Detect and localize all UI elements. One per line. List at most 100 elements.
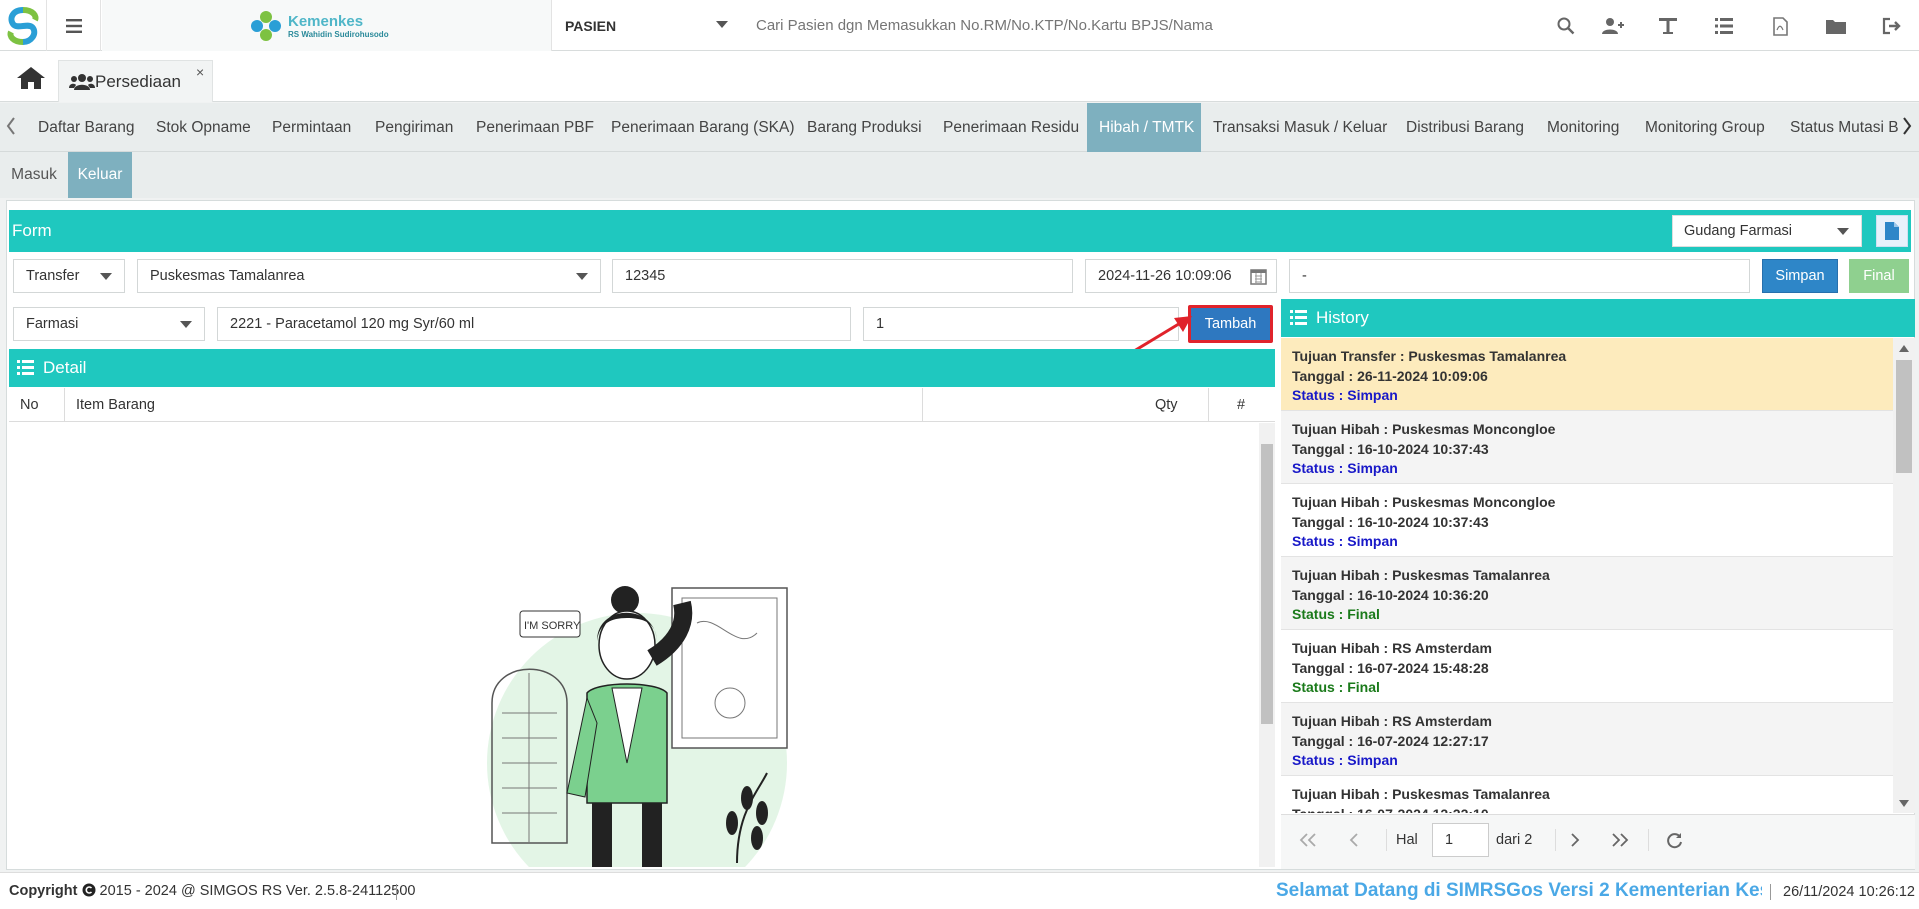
history-status: Status : Simpan: [1292, 533, 1398, 549]
history-item[interactable]: Tujuan Hibah : RS Amsterdam Tanggal : 16…: [1281, 703, 1893, 776]
form-title: Form: [12, 221, 52, 240]
kemenkes-logo-icon: [248, 8, 284, 44]
jenis-value: Transfer: [26, 268, 80, 284]
jenis-select[interactable]: Transfer: [13, 259, 125, 293]
pdf-icon[interactable]: [1768, 14, 1792, 38]
barang-input[interactable]: 2221 - Paracetamol 120 mg Syr/60 ml: [217, 307, 851, 341]
tab-monitoring-group[interactable]: Monitoring Group: [1645, 103, 1765, 152]
col-no: No: [20, 397, 39, 413]
document-button[interactable]: [1876, 215, 1908, 247]
tab-pengiriman[interactable]: Pengiriman: [375, 103, 453, 152]
history-status: Status : Simpan: [1292, 387, 1398, 403]
final-button[interactable]: Final: [1849, 259, 1909, 293]
tab-monitoring[interactable]: Monitoring: [1547, 103, 1619, 152]
tab-permintaan[interactable]: Permintaan: [272, 103, 351, 152]
history-tujuan: Tujuan Hibah : Puskesmas Tamalanrea: [1292, 567, 1550, 583]
subtab-keluar[interactable]: Keluar: [68, 152, 132, 198]
copyright-icon: [82, 883, 95, 897]
copyright-version: 2015 - 2024 @ SIMGOS RS Ver. 2.5.8-24112…: [99, 883, 416, 899]
col-divider: [1208, 388, 1209, 422]
subtab-masuk[interactable]: Masuk: [0, 152, 68, 198]
users-icon: [69, 73, 95, 90]
scroll-up-icon[interactable]: [1899, 344, 1909, 352]
home-button[interactable]: [16, 66, 50, 92]
tab-stok-opname[interactable]: Stok Opname: [156, 103, 251, 152]
tab-persediaan-label: Persediaan: [95, 71, 182, 91]
history-tanggal: Tanggal : 16-07-2024 12:22:10: [1292, 805, 1893, 814]
col-qty: Qty: [1155, 397, 1178, 413]
history-item[interactable]: Tujuan Hibah : Puskesmas Moncongloe Tang…: [1281, 411, 1893, 484]
history-tanggal: Tanggal : 16-10-2024 10:37:43: [1292, 440, 1489, 457]
tab-penerimaan-pbf[interactable]: Penerimaan PBF: [476, 103, 594, 152]
tab-status-mutasi[interactable]: Status Mutasi B: [1790, 103, 1900, 152]
history-tujuan: Tujuan Hibah : RS Amsterdam: [1292, 640, 1492, 656]
scroll-right-icon[interactable]: [1902, 117, 1912, 140]
history-status: Status : Simpan: [1292, 460, 1398, 476]
text-icon[interactable]: [1656, 14, 1680, 38]
prev-page-icon[interactable]: [1343, 829, 1365, 851]
history-item[interactable]: Tujuan Hibah : Puskesmas Moncongloe Tang…: [1281, 484, 1893, 557]
copyright-label: Copyright: [9, 883, 78, 899]
history-item[interactable]: Tujuan Transfer : Puskesmas Tamalanrea T…: [1281, 338, 1893, 411]
app-logo[interactable]: [5, 6, 41, 46]
kategori-select[interactable]: Farmasi: [13, 307, 205, 341]
history-tujuan: Tujuan Hibah : RS Amsterdam: [1292, 713, 1492, 729]
gudang-select[interactable]: Gudang Farmasi: [1672, 215, 1862, 247]
history-tujuan: Tujuan Hibah : Puskesmas Moncongloe: [1292, 494, 1556, 510]
history-tanggal: Tanggal : 16-07-2024 12:27:17: [1292, 732, 1489, 749]
history-status: Status : Final: [1292, 606, 1380, 622]
tab-hibah-tmtk[interactable]: Hibah / TMTK: [1087, 103, 1201, 152]
history-item[interactable]: Tujuan Hibah : Puskesmas Tamalanrea Tang…: [1281, 557, 1893, 630]
scroll-left-icon[interactable]: [6, 117, 16, 140]
history-tujuan: Tujuan Hibah : Puskesmas Tamalanrea: [1292, 786, 1550, 802]
caret-down-icon: [576, 273, 588, 280]
caret-down-icon: [1837, 228, 1849, 235]
history-item[interactable]: Tujuan Hibah : RS Amsterdam Tanggal : 16…: [1281, 630, 1893, 703]
search-icon[interactable]: [1554, 14, 1578, 38]
history-list: Tujuan Transfer : Puskesmas Tamalanrea T…: [1281, 338, 1893, 813]
tab-distribusi-barang[interactable]: Distribusi Barang: [1406, 103, 1524, 152]
detail-scrollbar-thumb[interactable]: [1261, 444, 1273, 724]
first-page-icon[interactable]: [1297, 829, 1319, 851]
nomor-input[interactable]: 12345: [612, 259, 1073, 293]
copyright-text: Copyright 2015 - 2024 @ SIMGOS RS Ver. 2…: [9, 883, 415, 899]
history-scrollbar-thumb[interactable]: [1896, 360, 1912, 473]
tab-persediaan[interactable]: Persediaan: [58, 60, 213, 102]
add-user-icon[interactable]: [1601, 14, 1625, 38]
last-page-icon[interactable]: [1609, 829, 1631, 851]
tambah-button[interactable]: Tambah: [1191, 308, 1270, 340]
history-status: Status : Simpan: [1292, 752, 1398, 768]
pasien-search-input[interactable]: [742, 0, 1502, 51]
tab-transaksi-masuk-keluar[interactable]: Transaksi Masuk / Keluar: [1213, 103, 1387, 152]
tab-penerimaan-barang-ska[interactable]: Penerimaan Barang (SKA): [611, 103, 795, 152]
col-item-barang: Item Barang: [76, 397, 155, 413]
brand-subtitle: RS Wahidin Sudirohusodo: [288, 30, 389, 39]
next-page-icon[interactable]: [1564, 829, 1586, 851]
refresh-icon[interactable]: [1663, 829, 1685, 851]
tujuan-select[interactable]: Puskesmas Tamalanrea: [137, 259, 601, 293]
history-tanggal: Tanggal : 16-07-2024 15:48:28: [1292, 659, 1489, 676]
tab-daftar-barang[interactable]: Daftar Barang: [38, 103, 135, 152]
tanggal-input[interactable]: 2024-11-26 10:09:06: [1085, 259, 1277, 293]
logout-icon[interactable]: [1880, 14, 1904, 38]
tab-close-icon[interactable]: ×: [196, 64, 204, 80]
hamburger-icon: [65, 18, 82, 33]
history-item[interactable]: Tujuan Hibah : Puskesmas Tamalanrea Tang…: [1281, 776, 1893, 813]
tab-barang-produksi[interactable]: Barang Produksi: [807, 103, 922, 152]
detail-table-header: No Item Barang Qty #: [9, 388, 1275, 422]
menu-toggle-button[interactable]: [46, 0, 101, 51]
page-number-input[interactable]: 1: [1432, 823, 1489, 857]
history-pager: [1281, 814, 1915, 869]
tab-penerimaan-residu[interactable]: Penerimaan Residu: [943, 103, 1079, 152]
scroll-down-icon[interactable]: [1899, 800, 1909, 808]
history-tujuan: Tujuan Transfer : Puskesmas Tamalanrea: [1292, 348, 1567, 364]
kategori-value: Farmasi: [26, 316, 79, 332]
folder-icon[interactable]: [1824, 14, 1848, 38]
brand-area: Kemenkes RS Wahidin Sudirohusodo: [102, 0, 552, 51]
simpan-button[interactable]: Simpan: [1762, 259, 1838, 293]
history-tanggal: Tanggal : 16-10-2024 10:37:43: [1292, 513, 1489, 530]
pasien-type-select[interactable]: PASIEN: [552, 0, 742, 51]
document-icon: [1885, 222, 1899, 240]
list-icon[interactable]: [1712, 14, 1736, 38]
keterangan-input[interactable]: -: [1289, 259, 1750, 293]
